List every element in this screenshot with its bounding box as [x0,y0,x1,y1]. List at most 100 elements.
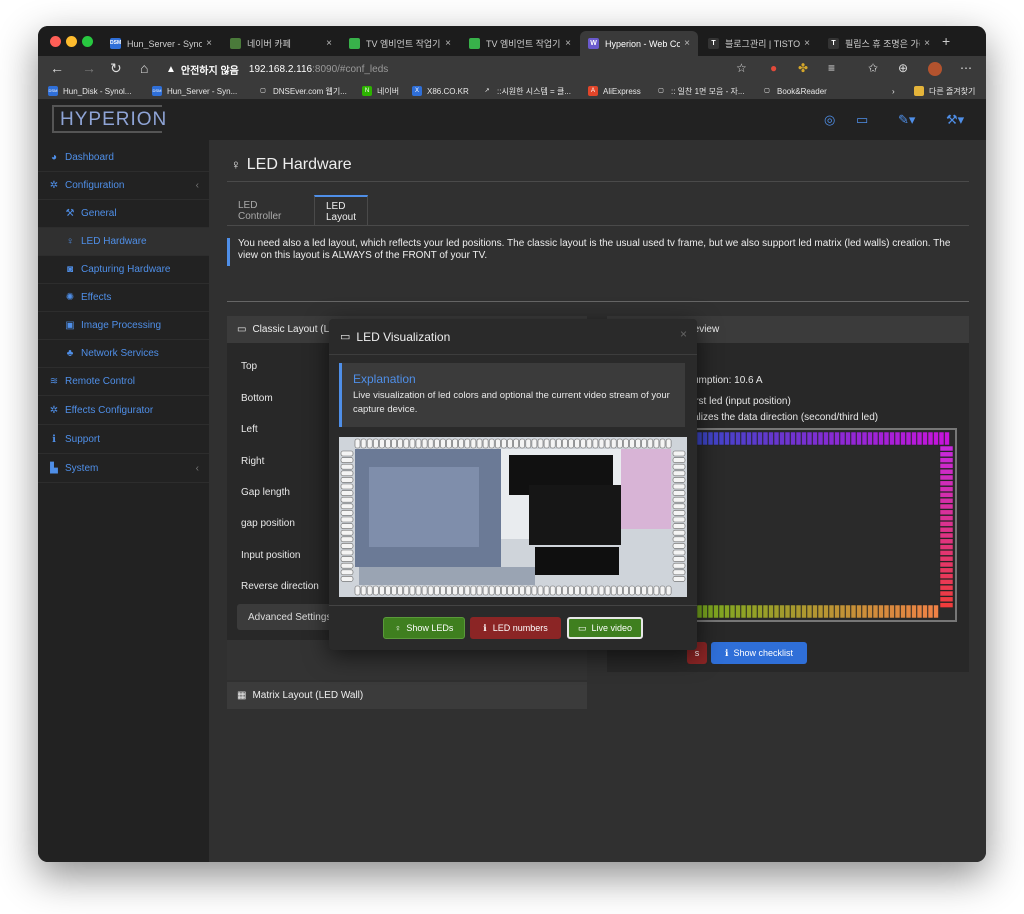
tab-close-icon[interactable]: × [445,38,451,49]
bookmark-item[interactable]: N 네이버 [362,84,399,98]
browser-tab[interactable]: TV 엠비언트 작업기 1/ × [341,31,459,56]
tab-close-icon[interactable]: × [565,38,571,49]
sidebar-item-capturing-hardware[interactable]: ◙ Capturing Hardware [38,256,209,284]
bookmark-item[interactable]: X X86.CO.KR [412,84,469,98]
collections-icon[interactable]: ⊕ [898,61,908,75]
bookmark-item[interactable]: ▢ Book&Reader [762,84,827,98]
led-cell [911,604,917,619]
sidebar-item-image-processing[interactable]: ▣ Image Processing [38,312,209,340]
monitor-icon: ▭ [237,324,247,335]
led-cell [751,604,758,619]
synology-favicon-icon: DSM [48,86,58,96]
advanced-settings-button[interactable]: Advanced Settings [237,604,337,630]
led-cell [828,604,835,619]
browser-tab[interactable]: DSM Hun_Server - Synolo × [102,31,220,56]
sidebar-item-dashboard[interactable]: ◕ Dashboard [38,144,209,172]
sidebar-item-label: Effects Configurator [65,405,154,416]
close-window-dot[interactable] [50,36,61,47]
other-bookmarks[interactable]: 다른 즐겨찾기 [914,84,975,98]
led-cell [916,431,923,446]
browser-window: DSM Hun_Server - Synolo × 네이버 카페 × TV 엠비… [38,26,986,862]
browser-tab[interactable]: 네이버 카페 × [222,31,340,56]
back-icon[interactable]: ← [50,60,64,76]
more-menu-icon[interactable]: ⋯ [960,61,972,75]
home-icon[interactable]: ⌂ [140,60,148,76]
extension-icon[interactable]: ● [770,61,777,75]
browser-tab[interactable]: TV 엠비언트 작업기 1/ × [461,31,579,56]
sidebar-item-network-services[interactable]: ♣ Network Services [38,340,209,368]
led-marker [672,490,686,496]
tab-led-controller[interactable]: LED Controller [227,195,292,226]
tab-led-layout[interactable]: LED Layout [314,195,369,226]
monitor-icon[interactable]: ▭ [856,112,868,128]
warning-icon: ▲ [166,63,176,75]
tab-close-icon[interactable]: × [326,38,332,49]
led-marker [340,536,354,543]
bookmark-item[interactable]: ↗::시원한 시스템 = 클... [482,84,571,98]
live-video-button[interactable]: ▭ Live video [567,617,643,639]
bookmark-item[interactable]: DSM Hun_Server - Syn... [152,84,237,98]
led-cell [696,431,703,446]
sidebar-item-label: Dashboard [65,152,114,163]
reload-icon[interactable]: ↻ [110,60,122,77]
favorite-star-icon[interactable]: ☆ [736,61,747,75]
wizard-icon[interactable]: ✎▾ [898,112,915,128]
show-checklist-button[interactable]: ℹ Show checklist [711,642,807,664]
forward-icon[interactable]: → [82,60,96,76]
hyperion-logo[interactable]: HYPERION [52,105,166,133]
led-marker [574,438,580,449]
bookmark-item[interactable]: DSM Hun_Disk - Synol... [48,84,131,98]
bookmarks-chevron-icon[interactable]: › [892,84,895,98]
zoom-window-dot[interactable] [82,36,93,47]
sitemap-icon: ♣ [66,348,74,359]
sidebar-item-configuration[interactable]: ✲ Configuration ‹ [38,172,209,200]
led-marker [672,569,686,576]
favorites-icon[interactable]: ✩ [868,61,878,75]
led-cell [729,431,736,446]
led-marker [340,470,354,477]
avatar[interactable] [928,62,942,76]
led-marker [434,585,440,596]
url-field[interactable]: ▲ 안전하지 않음 192.168.2.116 :8090/#conf_leds [166,59,766,79]
led-marker [340,576,354,582]
led-cell [702,604,708,619]
tab-title: TV 엠비언트 작업기 1/ [366,39,441,49]
led-cell [724,604,730,619]
show-leds-button[interactable]: ♀ Show LEDs [383,617,465,639]
led-cell [757,604,763,619]
bookmark-item[interactable]: A AliExpress [588,84,641,98]
reader-icon[interactable]: ≡ [828,61,835,75]
sidebar-item-led-hardware[interactable]: ♀ LED Hardware [38,228,209,256]
browser-tab[interactable]: T 필립스 휴 조명은 가리 × [820,31,938,56]
bookmark-item[interactable]: ▢:: 일찬 1면 모음 - 자... [656,84,744,98]
tab-close-icon[interactable]: × [924,38,930,49]
title-divider [227,181,969,182]
naver-favicon-icon: N [362,86,372,96]
led-cell [861,431,868,446]
sidebar-item-effects-configurator[interactable]: ✲ Effects Configurator [38,397,209,425]
sidebar-item-support[interactable]: ℹ Support [38,426,209,454]
instance-icon[interactable]: ◎ [824,112,835,128]
sidebar-item-system[interactable]: ▙ System ‹ [38,455,209,483]
bookmark-item[interactable]: ▢ DNSEver.com 웹기... [258,84,347,98]
browser-tab-active[interactable]: W Hyperion - Web Co × [580,31,698,56]
tab-close-icon[interactable]: × [684,38,690,49]
led-marker [488,438,495,449]
led-marker [525,585,532,596]
led-marker [391,585,397,596]
matrix-layout-header[interactable]: ▦ Matrix Layout (LED Wall) [227,682,587,709]
led-cell [850,431,857,446]
tab-close-icon[interactable]: × [804,38,810,49]
new-tab-icon[interactable]: + [942,33,950,49]
wrench-menu-icon[interactable]: ⚒▾ [946,112,964,128]
sidebar-item-general[interactable]: ⚒ General [38,200,209,228]
sidebar-item-remote-control[interactable]: ≋ Remote Control [38,368,209,396]
led-numbers-button[interactable]: ℹ LED numbers [470,617,561,639]
browser-tab[interactable]: T 블로그관리 | TISTOR × [700,31,818,56]
led-marker [360,438,367,449]
close-icon[interactable]: × [680,327,687,341]
minimize-window-dot[interactable] [66,36,77,47]
sidebar-item-effects[interactable]: ✺ Effects [38,284,209,312]
tab-close-icon[interactable]: × [206,38,212,49]
puzzle-extension-icon[interactable]: ✤ [798,61,808,75]
